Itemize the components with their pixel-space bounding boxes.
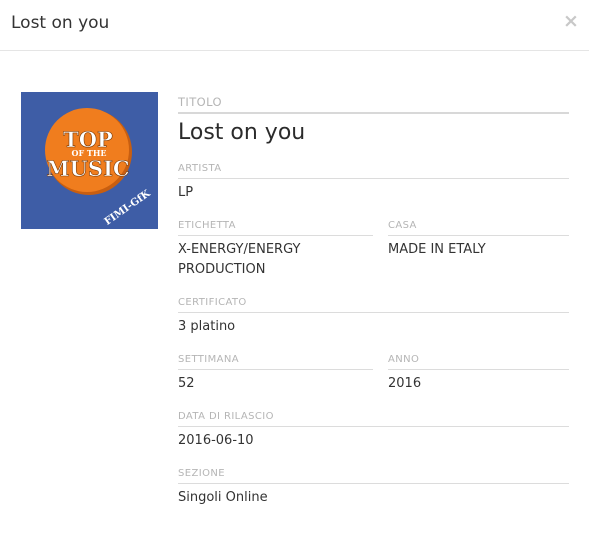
field-titolo: TITOLO Lost on you	[178, 95, 569, 147]
certificato-label: CERTIFICATO	[178, 296, 569, 313]
album-cover-image: TOP OF THE MUSIC FIMI-GfK	[21, 92, 158, 229]
settimana-value: 52	[178, 376, 195, 391]
field-artista: ARTISTA LP	[178, 162, 569, 203]
close-button[interactable]: ×	[562, 10, 580, 32]
titolo-value: Lost on you	[178, 120, 306, 145]
field-settimana: SETTIMANA 52	[178, 353, 373, 394]
etichetta-value: X-ENERGY/ENERGY PRODUCTION	[178, 242, 301, 277]
sezione-label: SEZIONE	[178, 467, 569, 484]
data-di-rilascio-label: DATA DI RILASCIO	[178, 410, 569, 427]
cover-text-music: MUSIC	[46, 156, 129, 181]
data-di-rilascio-value: 2016-06-10	[178, 433, 254, 448]
field-etichetta: ETICHETTA X-ENERGY/ENERGY PRODUCTION	[178, 219, 373, 280]
artista-label: ARTISTA	[178, 162, 569, 179]
modal-header: Lost on you ×	[0, 0, 589, 51]
top-of-the-music-logo-icon: TOP OF THE MUSIC FIMI-GfK	[21, 92, 158, 229]
modal-title: Lost on you	[11, 13, 110, 33]
field-sezione: SEZIONE Singoli Online	[178, 467, 569, 508]
settimana-label: SETTIMANA	[178, 353, 373, 370]
titolo-label: TITOLO	[178, 95, 569, 114]
field-certificato: CERTIFICATO 3 platino	[178, 296, 569, 337]
casa-value: MADE IN ETALY	[388, 242, 486, 257]
field-data-di-rilascio: DATA DI RILASCIO 2016-06-10	[178, 410, 569, 451]
field-casa: CASA MADE IN ETALY	[388, 219, 569, 260]
modal-dialog: Lost on you × TOP OF THE MUSIC FIMI-GfK …	[0, 0, 589, 557]
field-anno: ANNO 2016	[388, 353, 569, 394]
anno-value: 2016	[388, 376, 422, 391]
sezione-value: Singoli Online	[178, 490, 268, 505]
artista-value: LP	[178, 185, 194, 200]
anno-label: ANNO	[388, 353, 569, 370]
etichetta-label: ETICHETTA	[178, 219, 373, 236]
certificato-value: 3 platino	[178, 319, 236, 334]
casa-label: CASA	[388, 219, 569, 236]
